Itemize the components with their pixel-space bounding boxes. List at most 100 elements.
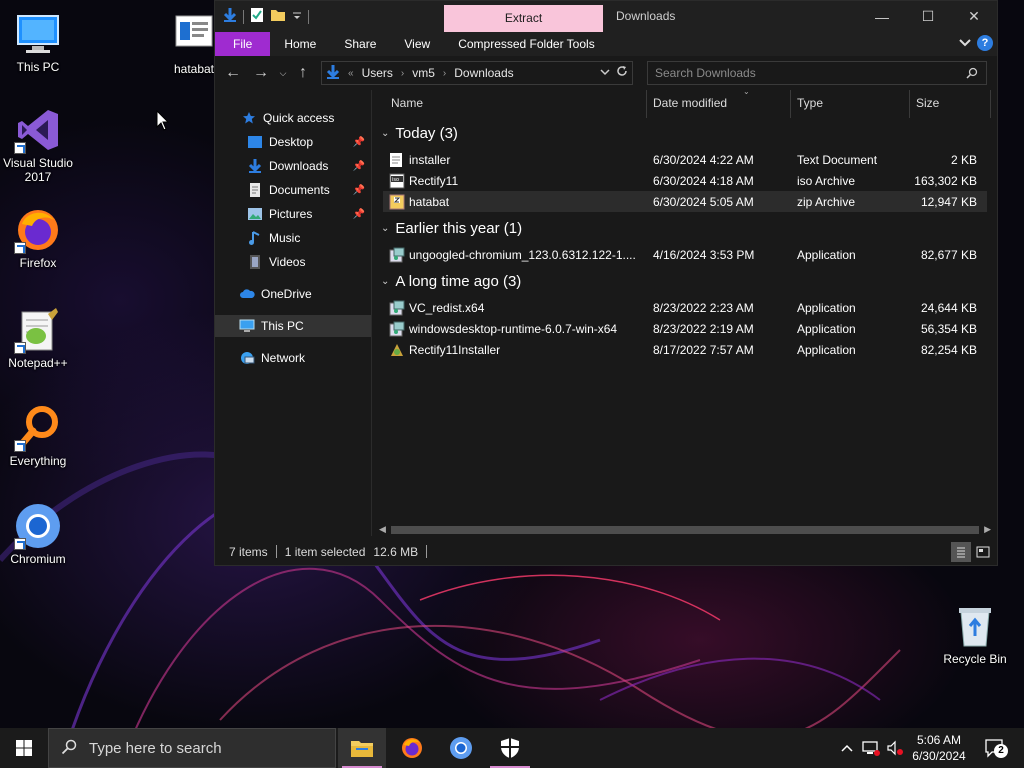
forward-button[interactable]: → bbox=[247, 64, 275, 82]
breadcrumb-users[interactable]: Users bbox=[362, 66, 393, 80]
table-row[interactable]: iso Rectify11 6/30/2024 4:18 AM iso Arch… bbox=[383, 170, 987, 191]
expand-ribbon-icon[interactable] bbox=[959, 36, 971, 50]
nav-quick-access[interactable]: Quick access bbox=[215, 107, 371, 129]
nav-this-pc[interactable]: This PC bbox=[215, 315, 371, 337]
scroll-right-icon[interactable]: ▶ bbox=[984, 524, 991, 535]
recent-locations-button[interactable]: ⌵ bbox=[275, 68, 291, 79]
table-row[interactable]: windowsdesktop-runtime-6.0.7-win-x64 8/2… bbox=[383, 318, 987, 339]
pin-icon[interactable]: 📌 bbox=[353, 137, 365, 148]
chromium-icon bbox=[14, 502, 62, 550]
back-button[interactable]: ← bbox=[219, 64, 247, 82]
file-date: 8/23/2022 2:23 AM bbox=[653, 300, 754, 315]
pin-icon[interactable]: 📌 bbox=[353, 161, 365, 172]
desktop-icon-chromium[interactable]: Chromium bbox=[0, 502, 78, 566]
desktop-icon-notepadpp[interactable]: Notepad++ bbox=[0, 306, 78, 370]
desktop-icon-everything[interactable]: Everything bbox=[0, 404, 78, 468]
nav-documents[interactable]: Documents 📌 bbox=[215, 179, 371, 201]
nav-music[interactable]: Music bbox=[215, 227, 371, 249]
search-icon bbox=[61, 739, 77, 758]
download-arrow-icon[interactable] bbox=[223, 7, 237, 26]
up-button[interactable]: ↑ bbox=[291, 64, 315, 82]
column-header-size[interactable]: Size bbox=[910, 90, 991, 118]
taskbar-search-box[interactable]: Type here to search bbox=[48, 728, 336, 768]
file-list: Name Date modified Type Size ⌄ ⌄ Today (… bbox=[373, 87, 997, 536]
tab-extract[interactable]: Extract bbox=[444, 5, 603, 32]
file-date: 6/30/2024 4:22 AM bbox=[653, 152, 754, 167]
group-header-today[interactable]: ⌄ Today (3) bbox=[381, 125, 458, 142]
network-tray-button[interactable] bbox=[860, 728, 882, 768]
tab-file[interactable]: File bbox=[215, 32, 271, 56]
start-button[interactable] bbox=[0, 728, 48, 768]
breadcrumb-overflow-icon[interactable]: « bbox=[348, 68, 354, 79]
desktop-icon-recycle-bin[interactable]: Recycle Bin bbox=[935, 602, 1015, 666]
address-dropdown-icon[interactable] bbox=[600, 65, 610, 80]
up-arrow-icon: ↑ bbox=[299, 64, 307, 81]
volume-tray-button[interactable] bbox=[884, 728, 906, 768]
nav-onedrive[interactable]: OneDrive bbox=[215, 283, 371, 305]
taskbar-chromium[interactable] bbox=[437, 728, 485, 768]
svg-text:iso: iso bbox=[392, 177, 399, 183]
desktop-icon-this-pc[interactable]: This PC bbox=[0, 10, 78, 74]
nav-pictures[interactable]: Pictures 📌 bbox=[215, 203, 371, 225]
group-header-earlier-this-year[interactable]: ⌄ Earlier this year (1) bbox=[381, 220, 522, 237]
documents-folder-icon bbox=[247, 182, 263, 198]
breadcrumb-separator-icon[interactable]: › bbox=[401, 68, 404, 79]
help-icon[interactable]: ? bbox=[977, 35, 993, 51]
column-header-type[interactable]: Type bbox=[791, 90, 910, 118]
search-icon[interactable] bbox=[966, 67, 978, 82]
tab-compressed-folder-tools[interactable]: Compressed Folder Tools bbox=[444, 32, 609, 56]
column-header-date-modified[interactable]: Date modified bbox=[647, 90, 791, 118]
file-type: Application bbox=[797, 342, 856, 357]
column-header-name[interactable]: Name bbox=[385, 90, 647, 118]
maximize-icon: ☐ bbox=[921, 8, 935, 24]
downloads-folder-icon bbox=[326, 64, 340, 83]
nav-videos[interactable]: Videos bbox=[215, 251, 371, 273]
show-hidden-icons-button[interactable] bbox=[838, 728, 856, 768]
properties-icon[interactable] bbox=[250, 7, 264, 26]
desktop-folder-icon bbox=[247, 134, 263, 150]
taskbar-security[interactable] bbox=[486, 728, 534, 768]
table-row[interactable]: ungoogled-chromium_123.0.6312.122-1.... … bbox=[383, 244, 987, 265]
pin-icon[interactable]: 📌 bbox=[353, 185, 365, 196]
tab-home[interactable]: Home bbox=[270, 32, 330, 56]
search-input[interactable] bbox=[648, 62, 948, 84]
minimize-button[interactable]: — bbox=[859, 1, 905, 32]
search-box[interactable] bbox=[647, 61, 987, 85]
details-view-button[interactable] bbox=[951, 542, 971, 562]
taskbar-file-explorer[interactable] bbox=[338, 728, 386, 768]
table-row[interactable]: hatabat 6/30/2024 5:05 AM zip Archive 12… bbox=[383, 191, 987, 212]
file-size: 82,254 KB bbox=[920, 342, 977, 357]
new-folder-icon[interactable] bbox=[270, 8, 286, 25]
horizontal-scrollbar[interactable]: ◀ ▶ bbox=[373, 524, 997, 536]
breadcrumb-separator-icon[interactable]: › bbox=[443, 68, 446, 79]
group-header-a-long-time-ago[interactable]: ⌄ A long time ago (3) bbox=[381, 273, 521, 290]
table-row[interactable]: VC_redist.x64 8/23/2022 2:23 AM Applicat… bbox=[383, 297, 987, 318]
close-button[interactable]: ✕ bbox=[951, 1, 997, 32]
refresh-icon[interactable] bbox=[616, 65, 628, 80]
breadcrumb-downloads[interactable]: Downloads bbox=[454, 66, 513, 80]
nav-network[interactable]: Network bbox=[215, 347, 371, 369]
pin-icon[interactable]: 📌 bbox=[353, 209, 365, 220]
taskbar-firefox[interactable] bbox=[388, 728, 436, 768]
tab-share[interactable]: Share bbox=[330, 32, 390, 56]
breadcrumb-vm5[interactable]: vm5 bbox=[412, 66, 435, 80]
table-row[interactable]: Rectify11Installer 8/17/2022 7:57 AM App… bbox=[383, 339, 987, 360]
nav-desktop[interactable]: Desktop 📌 bbox=[215, 131, 371, 153]
notification-center-button[interactable]: 2 bbox=[980, 728, 1010, 768]
chevron-down-icon: ⌄ bbox=[381, 276, 390, 287]
desktop-icon-visual-studio[interactable]: Visual Studio 2017 bbox=[0, 106, 78, 184]
nav-downloads[interactable]: Downloads 📌 bbox=[215, 155, 371, 177]
scrollbar-thumb[interactable] bbox=[391, 526, 979, 534]
address-bar[interactable]: « Users › vm5 › Downloads bbox=[321, 61, 633, 85]
large-icons-view-button[interactable] bbox=[973, 542, 993, 562]
everything-search-icon bbox=[14, 404, 62, 452]
desktop-icon-firefox[interactable]: Firefox bbox=[0, 206, 78, 270]
tab-view[interactable]: View bbox=[390, 32, 444, 56]
system-clock[interactable]: 5:06 AM 6/30/2024 bbox=[904, 732, 974, 764]
mouse-cursor-icon bbox=[156, 110, 170, 131]
maximize-button[interactable]: ☐ bbox=[905, 1, 951, 32]
customize-toolbar-icon[interactable] bbox=[292, 10, 302, 24]
scroll-left-icon[interactable]: ◀ bbox=[379, 524, 386, 535]
table-row[interactable]: installer 6/30/2024 4:22 AM Text Documen… bbox=[383, 149, 987, 170]
network-status-icon bbox=[862, 741, 880, 756]
